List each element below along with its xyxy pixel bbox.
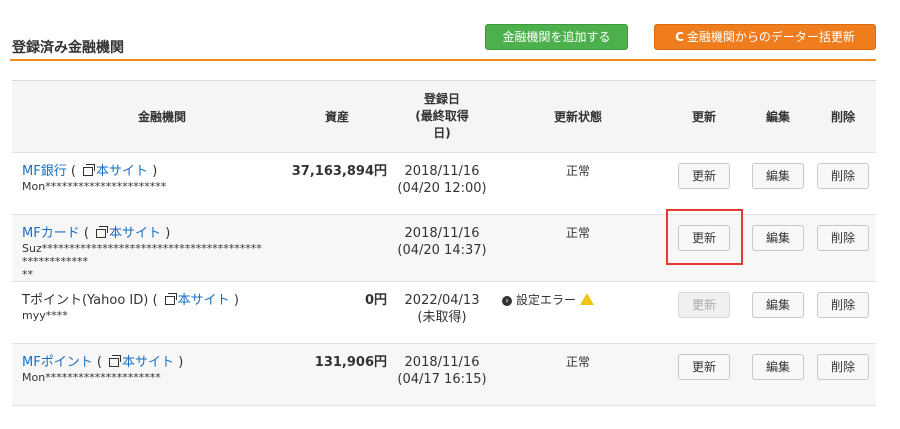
- update-button-disabled: 更新: [678, 292, 730, 318]
- table-header: 金融機関 資産 登録日 (最終取得 日) 更新状態 更新 編集 削除: [12, 81, 876, 153]
- external-window-icon: [109, 355, 122, 367]
- institutions-table: 金融機関 資産 登録日 (最終取得 日) 更新状態 更新 編集 削除 MF銀行 …: [12, 80, 876, 406]
- page-title: 登録済み金融機関: [12, 40, 124, 56]
- institution-cell: MFポイント ( 本サイト ) Mon*********************: [22, 354, 282, 384]
- institution-cell: MFカード ( 本サイト ) Suz**********************…: [22, 225, 267, 281]
- col-update: 更新: [691, 110, 716, 124]
- update-button[interactable]: 更新: [678, 163, 730, 189]
- external-window-icon: [164, 293, 177, 305]
- account-id: Mon*********************: [22, 371, 161, 384]
- registered-date: 2018/11/16 (04/20 12:00): [397, 164, 487, 196]
- external-window-icon: [96, 226, 109, 238]
- col-registered: 登録日 (最終取得 日): [415, 92, 469, 140]
- table-row: MFポイント ( 本サイト ) Mon*********************…: [12, 344, 876, 406]
- account-id: Suz*************************************…: [22, 242, 262, 268]
- account-id-cont: **: [22, 268, 33, 281]
- status-text: 正常: [565, 355, 590, 369]
- bulk-refresh-label: 金融機関からのデーター括更新: [686, 30, 855, 44]
- institution-link[interactable]: MFポイント: [22, 355, 93, 370]
- refresh-icon: C: [675, 30, 684, 44]
- add-institution-button[interactable]: 金融機関を追加する: [485, 24, 628, 50]
- col-delete: 削除: [830, 110, 855, 124]
- col-assets: 資産: [324, 110, 349, 124]
- registered-date: 2018/11/16 (04/17 16:15): [397, 355, 487, 387]
- arrow-right-icon: ›: [502, 296, 512, 306]
- account-id: myy****: [22, 309, 68, 322]
- bulk-refresh-button[interactable]: C 金融機関からのデーター括更新: [654, 24, 876, 50]
- delete-button[interactable]: 削除: [817, 292, 869, 318]
- delete-button[interactable]: 削除: [817, 163, 869, 189]
- asset-value: 0円: [364, 293, 387, 308]
- status-text: 正常: [565, 164, 590, 178]
- asset-value: 37,163,894円: [291, 164, 387, 179]
- highlight-box: [666, 209, 743, 265]
- delete-button[interactable]: 削除: [817, 354, 869, 380]
- account-id: Mon**********************: [22, 180, 167, 193]
- header-divider: [10, 59, 876, 61]
- status-text: 正常: [565, 226, 590, 240]
- edit-button[interactable]: 編集: [752, 354, 804, 380]
- edit-button[interactable]: 編集: [752, 163, 804, 189]
- site-link[interactable]: 本サイト: [109, 226, 161, 241]
- institution-cell: Tポイント(Yahoo ID) ( 本サイト ) myy****: [22, 292, 282, 322]
- institution-name: Tポイント(Yahoo ID): [22, 293, 149, 308]
- delete-button[interactable]: 削除: [817, 225, 869, 251]
- table-row: MFカード ( 本サイト ) Suz**********************…: [12, 215, 876, 282]
- col-institution: 金融機関: [137, 110, 186, 124]
- col-edit: 編集: [765, 110, 790, 124]
- col-status: 更新状態: [553, 110, 602, 124]
- site-link[interactable]: 本サイト: [96, 164, 148, 179]
- edit-button[interactable]: 編集: [752, 225, 804, 251]
- institution-link[interactable]: MF銀行: [22, 164, 67, 179]
- table-row: MF銀行 ( 本サイト ) Mon********************** …: [12, 153, 876, 215]
- site-link[interactable]: 本サイト: [178, 293, 230, 308]
- update-button[interactable]: 更新: [678, 354, 730, 380]
- registered-date: 2018/11/16 (04/20 14:37): [397, 226, 487, 258]
- edit-button[interactable]: 編集: [752, 292, 804, 318]
- institution-cell: MF銀行 ( 本サイト ) Mon**********************: [22, 163, 282, 193]
- table-row: Tポイント(Yahoo ID) ( 本サイト ) myy**** 0円 2022…: [12, 282, 876, 344]
- external-window-icon: [83, 164, 96, 176]
- warning-icon: [580, 293, 595, 305]
- institution-link[interactable]: MFカード: [22, 226, 80, 241]
- registered-date: 2022/04/13 (未取得): [404, 293, 480, 325]
- site-link[interactable]: 本サイト: [122, 355, 174, 370]
- asset-value: 131,906円: [314, 355, 387, 370]
- status-error[interactable]: › 設定エラー: [502, 292, 612, 309]
